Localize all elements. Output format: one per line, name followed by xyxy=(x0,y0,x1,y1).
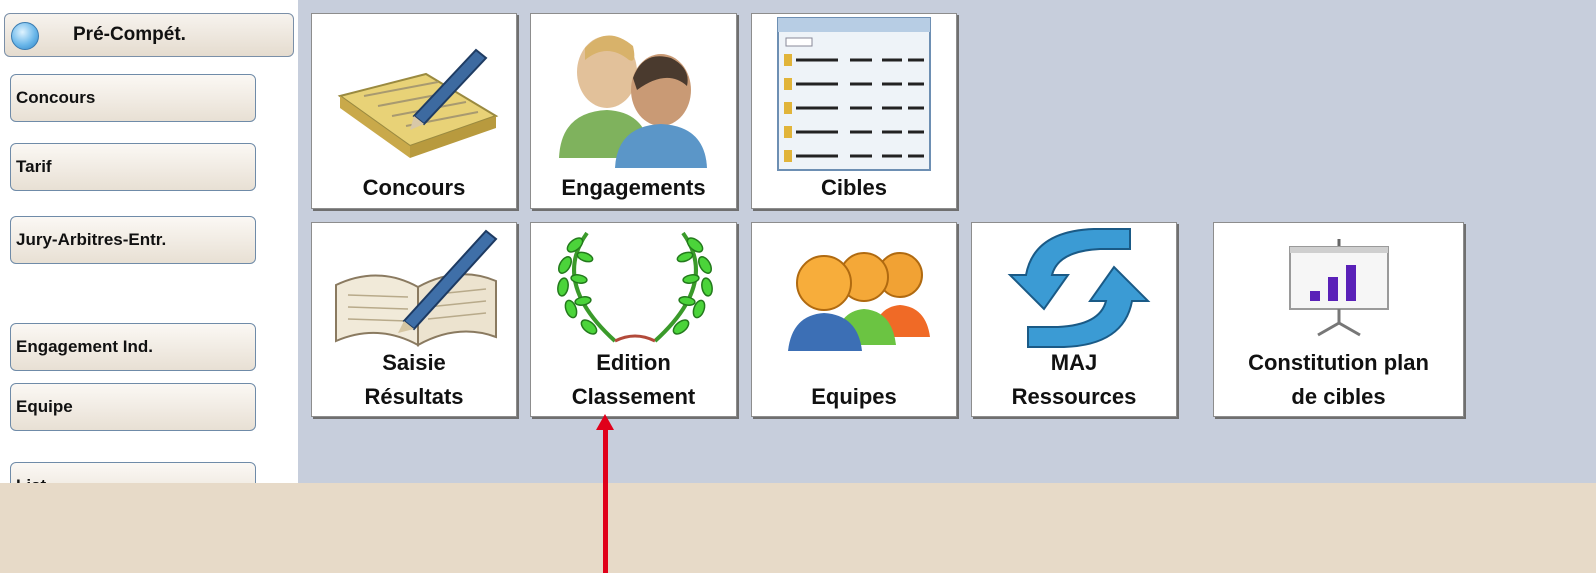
sidebar-button-concours[interactable]: Concours xyxy=(10,74,256,122)
tile-saisie-label-1: Saisie xyxy=(382,350,446,375)
refresh-arrows-icon xyxy=(1007,228,1151,348)
presentation-chart-icon xyxy=(1289,239,1389,337)
tile-edition-classement[interactable]: Edition Classement xyxy=(530,222,737,417)
tile-saisie-resultats[interactable]: Saisie Résultats xyxy=(311,222,517,417)
tile-concours[interactable]: Concours xyxy=(311,13,517,209)
people-icon xyxy=(559,35,707,168)
sidebar-button-jury[interactable]: Jury-Arbitres-Entr. xyxy=(10,216,256,264)
tile-saisie-label-2: Résultats xyxy=(364,384,464,409)
tile-equipes-label: Equipes xyxy=(811,384,897,409)
app-window: Pré-Compét. Concours Tarif Jury-Arbitres… xyxy=(0,0,1596,483)
team-icon xyxy=(788,252,930,351)
tile-constitution-plan-cibles[interactable]: Constitution plan de cibles xyxy=(1213,222,1464,417)
sidebar: Pré-Compét. Concours Tarif Jury-Arbitres… xyxy=(0,0,298,483)
annotation-arrow-line xyxy=(603,424,608,573)
sidebar-button-equipe[interactable]: Equipe xyxy=(10,383,256,431)
tile-edition-label-1: Edition xyxy=(596,350,671,375)
tile-concours-label: Concours xyxy=(362,175,466,200)
sidebar-header-pre-competition[interactable]: Pré-Compét. xyxy=(4,13,294,57)
sidebar-button-engagement-ind[interactable]: Engagement Ind. xyxy=(10,323,256,371)
sidebar-header-label: Pré-Compét. xyxy=(73,24,186,45)
window-list-icon xyxy=(777,17,931,171)
tile-engagements-label: Engagements xyxy=(561,175,706,200)
tile-plan-label-1: Constitution plan xyxy=(1248,350,1429,375)
tile-maj-label-2: Ressources xyxy=(1011,384,1137,409)
tile-maj-ressources[interactable]: MAJ Ressources xyxy=(971,222,1177,417)
tile-engagements[interactable]: Engagements xyxy=(530,13,737,209)
sidebar-button-tarif[interactable]: Tarif xyxy=(10,143,256,191)
sidebar-button-list[interactable]: List xyxy=(10,462,256,483)
tile-plan-label-2: de cibles xyxy=(1291,384,1386,409)
tile-cibles-label: Cibles xyxy=(820,175,888,200)
tile-equipes[interactable]: Equipes xyxy=(751,222,957,417)
book-pen-icon xyxy=(335,229,498,347)
orb-icon xyxy=(11,22,39,50)
notepad-pen-icon xyxy=(337,48,499,158)
tile-cibles[interactable]: Cibles xyxy=(751,13,957,209)
tile-maj-label-1: MAJ xyxy=(1050,350,1098,375)
laurel-wreath-icon xyxy=(557,231,713,343)
tile-edition-label-2: Classement xyxy=(571,384,696,409)
